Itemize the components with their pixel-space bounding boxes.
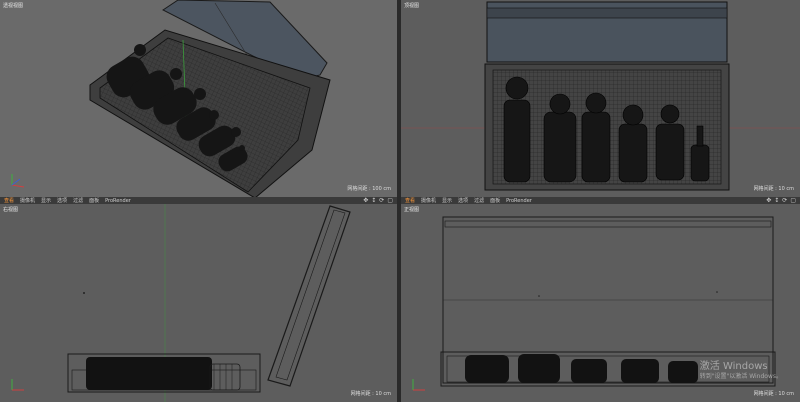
- menu-view[interactable]: 查看: [405, 197, 415, 204]
- menu-options[interactable]: 选项: [57, 197, 67, 204]
- menu-filter[interactable]: 过滤: [73, 197, 83, 204]
- menu-panel[interactable]: 面板: [89, 197, 99, 204]
- viewport-top[interactable]: 顶视图 网格间距 : 10 cm: [401, 0, 800, 197]
- grid-spacing-perspective: 网格间距 : 100 cm: [347, 186, 391, 192]
- menu-panel[interactable]: 面板: [490, 197, 500, 204]
- menu-camera[interactable]: 摄像机: [421, 197, 436, 204]
- viewport-menu-right-view: 查看 摄像机 显示 选项 过滤 面板 ProRender ✥ ↕ ⟳ ▢: [0, 197, 397, 204]
- viewport-nav-icons: ✥ ↕ ⟳ ▢: [363, 197, 393, 204]
- zoom-icon[interactable]: ↕: [774, 197, 779, 204]
- axis-gizmo: [412, 379, 425, 391]
- menu-camera[interactable]: 摄像机: [20, 197, 35, 204]
- viewport-nav-icons: ✥ ↕ ⟳ ▢: [766, 197, 796, 204]
- top-scene: [401, 1, 800, 191]
- move-icon[interactable]: ✥: [363, 197, 368, 204]
- rotate-icon[interactable]: ⟳: [782, 197, 787, 204]
- menu-filter[interactable]: 过滤: [474, 197, 484, 204]
- axis-gizmo: [11, 379, 24, 391]
- windows-activation-watermark: 激活 Windows 转到"设置"以激活 Windows。: [700, 361, 782, 380]
- perspective-scene: [89, 0, 331, 197]
- move-icon[interactable]: ✥: [766, 197, 771, 204]
- viewport-label-front[interactable]: 正视图: [404, 206, 419, 213]
- grid-spacing-front: 网格间距 : 10 cm: [753, 391, 794, 397]
- menu-options[interactable]: 选项: [458, 197, 468, 204]
- axis-gizmo: [11, 174, 25, 188]
- menu-view[interactable]: 查看: [4, 197, 14, 204]
- menu-prorender[interactable]: ProRender: [506, 198, 532, 204]
- viewport-right[interactable]: 右视图 网格间距 : 10 cm: [0, 204, 397, 402]
- watermark-title: 激活 Windows: [699, 360, 768, 372]
- viewport-label-perspective[interactable]: 透视视图: [3, 2, 23, 9]
- menu-display[interactable]: 显示: [442, 197, 452, 204]
- viewport-label-right[interactable]: 右视图: [3, 206, 18, 213]
- viewport-menu-front-view: 查看 摄像机 显示 选项 过滤 面板 ProRender ✥ ↕ ⟳ ▢: [401, 197, 800, 204]
- grid-spacing-top: 网格间距 : 10 cm: [753, 186, 794, 192]
- watermark-subtitle: 转到"设置"以激活 Windows。: [699, 372, 782, 380]
- menu-prorender[interactable]: ProRender: [105, 198, 131, 204]
- viewport-front[interactable]: 正视图 网格间距 : 10 cm 激活 Windows 转到"设置"以激活 Wi…: [401, 204, 800, 402]
- menu-display[interactable]: 显示: [41, 197, 51, 204]
- grid-spacing-right: 网格间距 : 10 cm: [350, 391, 391, 397]
- zoom-icon[interactable]: ↕: [371, 197, 376, 204]
- right-scene: [67, 204, 351, 402]
- maximize-icon[interactable]: ▢: [790, 197, 796, 204]
- viewport-perspective[interactable]: 透视视图 网格间距 : 100 cm: [0, 0, 397, 197]
- viewport-label-top[interactable]: 顶视图: [404, 2, 419, 9]
- rotate-icon[interactable]: ⟳: [379, 197, 384, 204]
- maximize-icon[interactable]: ▢: [387, 197, 393, 204]
